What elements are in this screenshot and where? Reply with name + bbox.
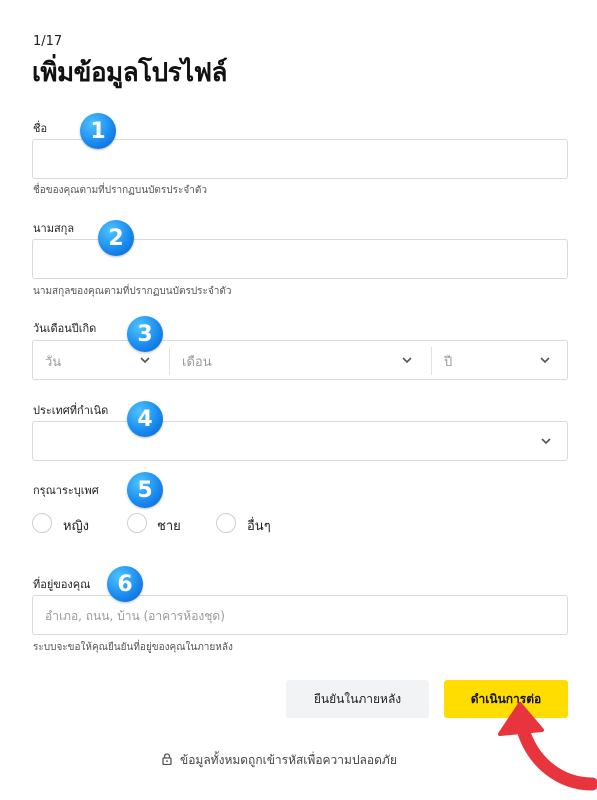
year-select[interactable]: ปี — [432, 341, 567, 379]
step-badge-5: 5 — [127, 472, 163, 508]
gender-label-male: ชาย — [157, 519, 181, 534]
year-placeholder: ปี — [444, 355, 453, 370]
step-counter: 1/17 — [33, 34, 63, 49]
lock-icon — [162, 753, 172, 768]
day-placeholder: วัน — [45, 355, 62, 370]
security-note: ข้อมูลทั้งหมดถูกเข้ารหัสเพื่อความปลอดภัย — [162, 751, 397, 770]
address-input[interactable]: อำเภอ, ถนน, บ้าน (อาคารห้องชุด) — [32, 595, 568, 635]
gender-label-female: หญิง — [63, 519, 89, 534]
gender-radio-other[interactable] — [216, 513, 236, 533]
first-name-input[interactable] — [32, 139, 568, 179]
birth-country-label: ประเทศที่กำเนิด — [33, 404, 109, 417]
step-badge-1: 1 — [80, 113, 116, 149]
gender-label-other: อื่นๆ — [247, 519, 271, 534]
chevron-down-icon — [540, 435, 552, 447]
step-badge-3: 3 — [127, 316, 163, 352]
security-note-text: ข้อมูลทั้งหมดถูกเข้ารหัสเพื่อความปลอดภัย — [180, 753, 397, 767]
last-name-hint: นามสกุลของคุณตามที่ปรากฏบนบัตรประจำตัว — [33, 286, 232, 297]
step-badge-4: 4 — [127, 401, 163, 437]
address-hint: ระบบจะขอให้คุณยืนยันที่อยู่ของคุณในภายหล… — [33, 642, 233, 653]
chevron-down-icon — [139, 354, 151, 366]
gender-radio-male[interactable] — [127, 513, 147, 533]
month-placeholder: เดือน — [182, 355, 212, 370]
birthdate-label: วันเดือนปีเกิด — [33, 322, 97, 335]
page-title: เพิ่มข้อมูลโปรไฟล์ — [32, 58, 227, 88]
chevron-down-icon — [401, 354, 413, 366]
address-placeholder: อำเภอ, ถนน, บ้าน (อาคารห้องชุด) — [45, 609, 225, 623]
gender-label: กรุณาระบุเพศ — [33, 484, 99, 497]
pointer-arrow-icon — [492, 698, 597, 800]
birth-country-select[interactable] — [32, 421, 568, 461]
address-label: ที่อยู่ของคุณ — [33, 578, 91, 591]
chevron-down-icon — [539, 354, 551, 366]
birthdate-group: วัน เดือน ปี — [32, 340, 568, 380]
step-badge-6: 6 — [107, 566, 143, 602]
gender-radio-female[interactable] — [32, 513, 52, 533]
month-select[interactable]: เดือน — [170, 341, 431, 379]
step-badge-2: 2 — [98, 220, 134, 256]
first-name-hint: ชื่อของคุณตามที่ปรากฏบนบัตรประจำตัว — [33, 185, 207, 196]
confirm-later-button[interactable]: ยืนยันในภายหลัง — [286, 680, 429, 718]
first-name-label: ชื่อ — [33, 122, 48, 135]
last-name-label: นามสกุล — [33, 222, 75, 235]
